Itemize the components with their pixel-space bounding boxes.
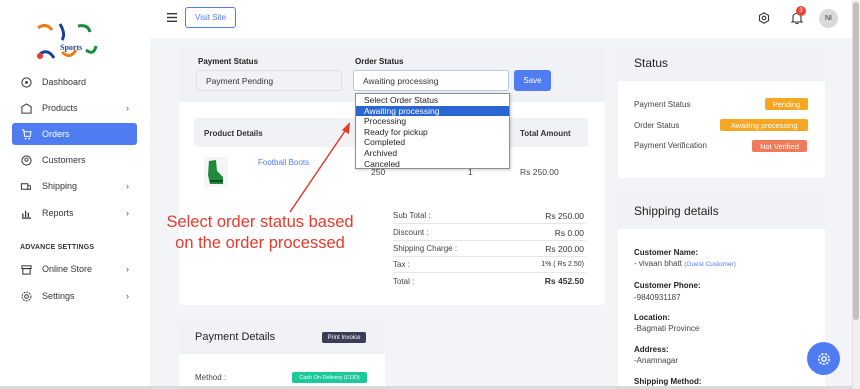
chevron-right-icon: › [126, 208, 129, 218]
section-label: ADVANCE SETTINGS [20, 244, 95, 251]
payment-status-badge: Pending [765, 98, 808, 110]
sidebar-item-dashboard[interactable]: Dashboard [12, 71, 137, 93]
customer-name: - vivaan bhatt (Guest Customer) [634, 259, 736, 268]
gear-icon [817, 352, 830, 365]
store-icon [20, 263, 32, 275]
dropdown-option[interactable]: Completed [356, 137, 509, 148]
product-image[interactable] [204, 157, 228, 187]
svg-text:Sports: Sports [60, 43, 82, 52]
save-button[interactable]: Save [514, 70, 551, 91]
order-status-label: Order Status [355, 57, 404, 66]
settings-icon[interactable] [758, 12, 770, 24]
chevron-right-icon: › [126, 264, 129, 274]
dropdown-option-selected[interactable]: Awaiting processing [356, 105, 509, 117]
notification-badge: 3 [796, 6, 806, 16]
products-icon [20, 102, 32, 114]
column-header-product: Product Details [204, 129, 263, 138]
location-value: -Bagmati Province [634, 324, 700, 333]
shipping-method-label: Shipping Method: [634, 377, 702, 386]
order-status-dropdown[interactable]: Select Order Status Awaiting processing … [355, 93, 510, 169]
product-name-link[interactable]: Football Boots [258, 158, 309, 167]
reports-icon [20, 207, 32, 219]
dashboard-icon [20, 76, 32, 88]
discount-value: Rs 0.00 [554, 228, 584, 238]
shipping-title: Shipping details [634, 204, 719, 218]
subtotal-label: Sub Total : [393, 211, 431, 220]
dropdown-option[interactable]: Ready for pickup [356, 127, 509, 138]
verification-label: Payment Verification [634, 141, 707, 150]
payment-method-badge: Cash On Delivery (COD) [292, 372, 367, 383]
chevron-right-icon: › [126, 291, 129, 301]
divider [393, 223, 586, 224]
sidebar-item-label: Products [42, 103, 78, 113]
total-value: Rs 452.50 [544, 276, 584, 286]
guest-customer-tag: (Guest Customer) [684, 261, 736, 268]
menu-icon[interactable] [167, 13, 177, 22]
tax-label: Tax : [393, 260, 410, 269]
sidebar-item-reports[interactable]: Reports › [12, 202, 137, 224]
sidebar-item-shipping[interactable]: Shipping › [12, 175, 137, 197]
order-status-label: Order Status [634, 121, 680, 130]
customer-name-value: - vivaan bhatt [634, 259, 683, 268]
payment-details-title: Payment Details [195, 331, 276, 343]
sidebar-item-label: Customers [42, 155, 86, 165]
annotation-text: Select order status based on the order p… [166, 213, 354, 252]
topbar [150, 0, 852, 38]
orders-icon [20, 128, 32, 140]
address-value: -Anamnagar [634, 356, 679, 365]
sidebar-item-label: Shipping [42, 181, 78, 191]
sidebar-item-label: Reports [42, 208, 74, 218]
print-invoice-button[interactable]: Print Invoice [322, 332, 366, 343]
shipping-charge-label: Shipping Charge : [393, 244, 458, 253]
status-title: Status [634, 56, 669, 70]
customer-name-label: Customer Name: [634, 248, 699, 257]
customer-phone-label: Customer Phone: [634, 281, 701, 290]
subtotal-value: Rs 250.00 [545, 211, 584, 221]
verification-badge: Not Verified [752, 140, 807, 152]
sidebar-item-products[interactable]: Products › [12, 97, 137, 119]
chevron-right-icon: › [126, 181, 129, 191]
payment-status-label: Payment Status [198, 57, 259, 66]
avatar[interactable]: NI [819, 9, 838, 28]
chevron-right-icon: › [126, 103, 129, 113]
divider [393, 272, 586, 273]
address-label: Address: [634, 345, 669, 354]
shipping-icon [20, 180, 32, 192]
location-label: Location: [634, 313, 670, 322]
payment-status-select[interactable]: Payment Pending [196, 70, 342, 91]
sidebar-item-settings[interactable]: Settings › [12, 285, 137, 307]
dropdown-option[interactable]: Archived [356, 148, 509, 159]
logo[interactable]: Sports [30, 20, 110, 64]
divider [393, 256, 586, 257]
dropdown-option[interactable]: Processing [356, 116, 509, 127]
customer-phone: -9840931187 [634, 293, 681, 302]
floating-settings-button[interactable] [807, 342, 840, 375]
sidebar-item-online-store[interactable]: Online Store › [12, 258, 137, 280]
visit-site-button[interactable]: Visit Site [185, 7, 236, 28]
order-status-select[interactable]: Awaiting processing [353, 70, 509, 91]
order-status-badge: Awaiting processing [720, 119, 808, 131]
scrollbar-thumb[interactable] [853, 2, 859, 320]
dropdown-option[interactable]: Canceled [356, 159, 509, 170]
sidebar-item-label: Online Store [42, 264, 93, 274]
sidebar-item-label: Dashboard [42, 77, 87, 87]
tax-value: 1% ( Rs 2.50) [541, 261, 584, 268]
sidebar-item-label: Orders [42, 129, 70, 139]
sidebar-item-orders[interactable]: Orders [12, 123, 137, 145]
sidebar-item-customers[interactable]: Customers [12, 149, 137, 171]
discount-label: Discount : [393, 228, 429, 237]
payment-status-label: Payment Status [634, 100, 691, 109]
gear-icon [20, 290, 32, 302]
shipping-charge-value: Rs 200.00 [545, 244, 584, 254]
divider [393, 240, 586, 241]
customers-icon [20, 154, 32, 166]
column-header-total: Total Amount [520, 129, 571, 138]
product-total: Rs 250.00 [520, 167, 559, 177]
sidebar-item-label: Settings [42, 291, 75, 301]
total-label: Total : [393, 277, 415, 286]
method-label: Method : [195, 373, 227, 382]
dropdown-option[interactable]: Select Order Status [356, 95, 509, 106]
